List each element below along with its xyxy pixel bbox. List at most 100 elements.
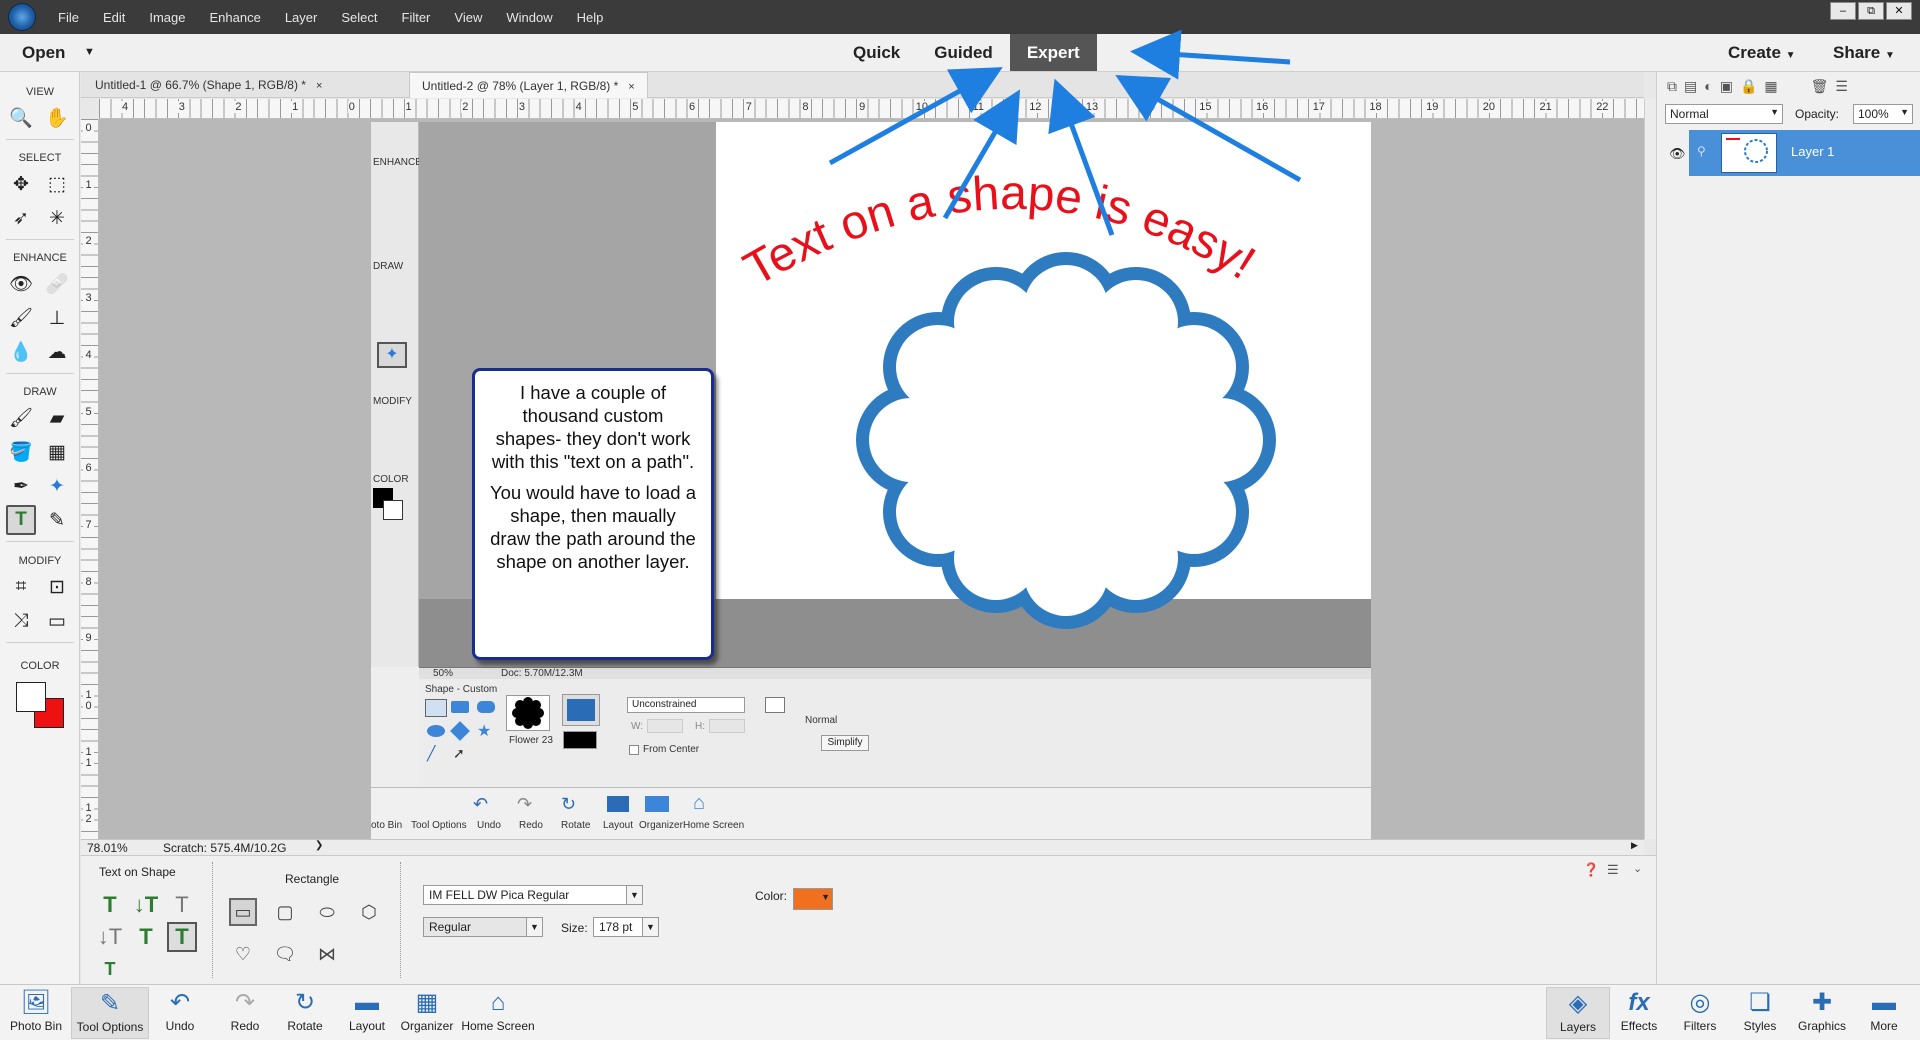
layer-link-icon[interactable]: ⚲ <box>1697 144 1706 158</box>
vertical-type-tool-icon[interactable]: ↓T <box>131 890 161 920</box>
menu-layer[interactable]: Layer <box>273 10 330 25</box>
text-on-selection-tool-icon[interactable]: T <box>131 922 161 952</box>
redo-button[interactable]: ↷ Redo <box>212 987 278 1039</box>
crop-tool-icon[interactable]: ⌗ <box>6 572 36 602</box>
rounded-rectangle-shape-button[interactable]: ▢ <box>271 898 299 926</box>
effects-button[interactable]: fx Effects <box>1607 987 1671 1039</box>
smart-brush-tool-icon[interactable]: 🖌 <box>6 303 36 333</box>
magic-wand-tool-icon[interactable]: ✳ <box>42 203 72 233</box>
filters-button[interactable]: ◎ Filters <box>1668 987 1732 1039</box>
blur-tool-icon[interactable]: 💧 <box>6 337 36 367</box>
type-mask-tool-icon[interactable]: T <box>167 890 197 920</box>
healing-brush-tool-icon[interactable]: 🩹 <box>42 269 72 299</box>
close-tab-icon[interactable]: × <box>628 81 634 93</box>
text-on-path-tool-icon[interactable]: T <box>95 954 125 984</box>
custom-shape-tool-icon[interactable]: ✦ <box>42 471 72 501</box>
more-button[interactable]: ▬ More <box>1852 987 1916 1039</box>
menu-image[interactable]: Image <box>137 10 197 25</box>
red-eye-tool-icon[interactable]: 👁 <box>6 269 36 299</box>
tool-options-button[interactable]: ✎ Tool Options <box>71 987 149 1039</box>
share-button[interactable]: Share ▼ <box>1833 43 1895 63</box>
zoom-tool-icon[interactable]: 🔍 <box>6 103 36 133</box>
rotate-button[interactable]: ↻ Rotate <box>272 987 338 1039</box>
type-tool-icon[interactable]: T <box>6 505 36 535</box>
tab-guided[interactable]: Guided <box>917 34 1010 71</box>
sponge-tool-icon[interactable]: ☁ <box>42 337 72 367</box>
font-size-field[interactable]: 178 pt ▼ <box>593 917 659 937</box>
restore-button[interactable]: ⧉ <box>1858 2 1884 20</box>
adjustment-layer-icon[interactable]: ◐ <box>1704 78 1712 94</box>
butterfly-shape-button[interactable]: ⋈ <box>313 940 341 968</box>
tab-quick[interactable]: Quick <box>836 34 917 71</box>
straighten-tool-icon[interactable]: ▭ <box>42 606 72 636</box>
zoom-level[interactable]: 78.01% <box>87 841 128 855</box>
menu-edit[interactable]: Edit <box>91 10 137 25</box>
brush-tool-icon[interactable]: 🖌 <box>6 403 36 433</box>
layer-visibility-eye-icon[interactable]: 👁 <box>1669 146 1686 162</box>
help-icon[interactable]: ❓ <box>1583 862 1599 878</box>
new-layer-icon[interactable]: ⧉ <box>1667 78 1677 95</box>
layer-mask-icon[interactable]: ▣ <box>1720 78 1733 95</box>
create-button[interactable]: Create ▼ <box>1728 43 1796 63</box>
opacity-field[interactable]: 100% ▼ <box>1853 104 1913 124</box>
panel-menu-icon[interactable]: ☰ <box>1835 78 1848 95</box>
document-tab-active[interactable]: Untitled-2 @ 78% (Layer 1, RGB/8) * × <box>409 72 648 98</box>
gradient-tool-icon[interactable]: ▦ <box>42 437 72 467</box>
new-group-icon[interactable]: ▤ <box>1684 78 1697 95</box>
delete-layer-icon[interactable]: 🗑 <box>1811 78 1829 95</box>
marquee-tool-icon[interactable]: ⬚ <box>42 169 72 199</box>
scroll-right-icon[interactable]: ▶ <box>1631 840 1638 851</box>
horizontal-type-tool-icon[interactable]: T <box>95 890 125 920</box>
options-menu-icon[interactable]: ☰ <box>1607 862 1619 878</box>
menu-help[interactable]: Help <box>565 10 616 25</box>
vertical-type-mask-tool-icon[interactable]: ↓T <box>95 922 125 952</box>
content-aware-move-tool-icon[interactable]: ⤨ <box>6 606 36 636</box>
speech-bubble-shape-button[interactable]: 🗨 <box>271 940 299 968</box>
eraser-tool-icon[interactable]: ▰ <box>42 403 72 433</box>
close-tab-icon[interactable]: × <box>316 80 322 92</box>
undo-button[interactable]: ↶ Undo <box>147 987 213 1039</box>
vertical-scrollbar[interactable] <box>1644 99 1656 839</box>
document-tab[interactable]: Untitled-1 @ 66.7% (Shape 1, RGB/8) * × <box>83 72 334 98</box>
lock-all-icon[interactable]: 🔒 <box>1740 78 1757 95</box>
menu-file[interactable]: File <box>46 10 91 25</box>
menu-enhance[interactable]: Enhance <box>198 10 273 25</box>
blend-mode-select[interactable]: Normal ▼ <box>1665 104 1783 124</box>
menu-view[interactable]: View <box>442 10 494 25</box>
text-color-swatch[interactable]: ▼ <box>793 888 833 910</box>
layers-button[interactable]: ◈ Layers <box>1546 987 1610 1039</box>
hand-tool-icon[interactable]: ✋ <box>42 103 72 133</box>
color-swatches[interactable] <box>14 680 66 732</box>
foreground-color-swatch[interactable] <box>16 682 46 712</box>
status-arrow-icon[interactable]: ❯ <box>315 840 323 851</box>
graphics-button[interactable]: ✚ Graphics <box>1789 987 1855 1039</box>
font-style-select[interactable]: Regular ▼ <box>423 917 543 937</box>
menu-select[interactable]: Select <box>329 10 389 25</box>
layout-button[interactable]: ▬ Layout <box>334 987 400 1039</box>
photo-bin-button[interactable]: 🖼 Photo Bin <box>3 987 69 1039</box>
move-tool-icon[interactable]: ✥ <box>6 169 36 199</box>
eyedropper-tool-icon[interactable]: ✒ <box>6 471 36 501</box>
lasso-tool-icon[interactable]: ➶ <box>6 203 36 233</box>
paint-bucket-tool-icon[interactable]: 🪣 <box>6 437 36 467</box>
text-on-shape-tool-icon[interactable]: T <box>167 922 197 952</box>
lock-transparency-icon[interactable]: ▦ <box>1764 78 1777 95</box>
pencil-tool-icon[interactable]: ✎ <box>42 505 72 535</box>
menu-filter[interactable]: Filter <box>390 10 443 25</box>
open-button[interactable]: Open <box>22 43 65 63</box>
rectangle-shape-button[interactable]: ▭ <box>229 898 257 926</box>
clone-stamp-tool-icon[interactable]: ⊥ <box>42 303 72 333</box>
layer-name[interactable]: Layer 1 <box>1791 144 1834 159</box>
recompose-tool-icon[interactable]: ⊡ <box>42 572 72 602</box>
collapse-chevron-icon[interactable]: ⌄ <box>1633 862 1642 875</box>
open-dropdown-icon[interactable]: ▼ <box>84 46 95 58</box>
polygon-shape-button[interactable]: ⬡ <box>355 898 383 926</box>
layer-row[interactable]: ⚲ Layer 1 <box>1689 130 1920 176</box>
styles-button[interactable]: ❏ Styles <box>1728 987 1792 1039</box>
tab-expert[interactable]: Expert <box>1009 34 1097 71</box>
organizer-button[interactable]: ▦ Organizer <box>394 987 460 1039</box>
font-family-select[interactable]: IM FELL DW Pica Regular ▼ <box>423 885 643 905</box>
minimize-button[interactable]: – <box>1830 2 1856 20</box>
canvas-workspace[interactable]: ENHANCE DRAW MODIFY COLOR ✦ 50% Doc: 5.7… <box>99 119 1644 839</box>
close-window-button[interactable]: ✕ <box>1886 2 1912 20</box>
